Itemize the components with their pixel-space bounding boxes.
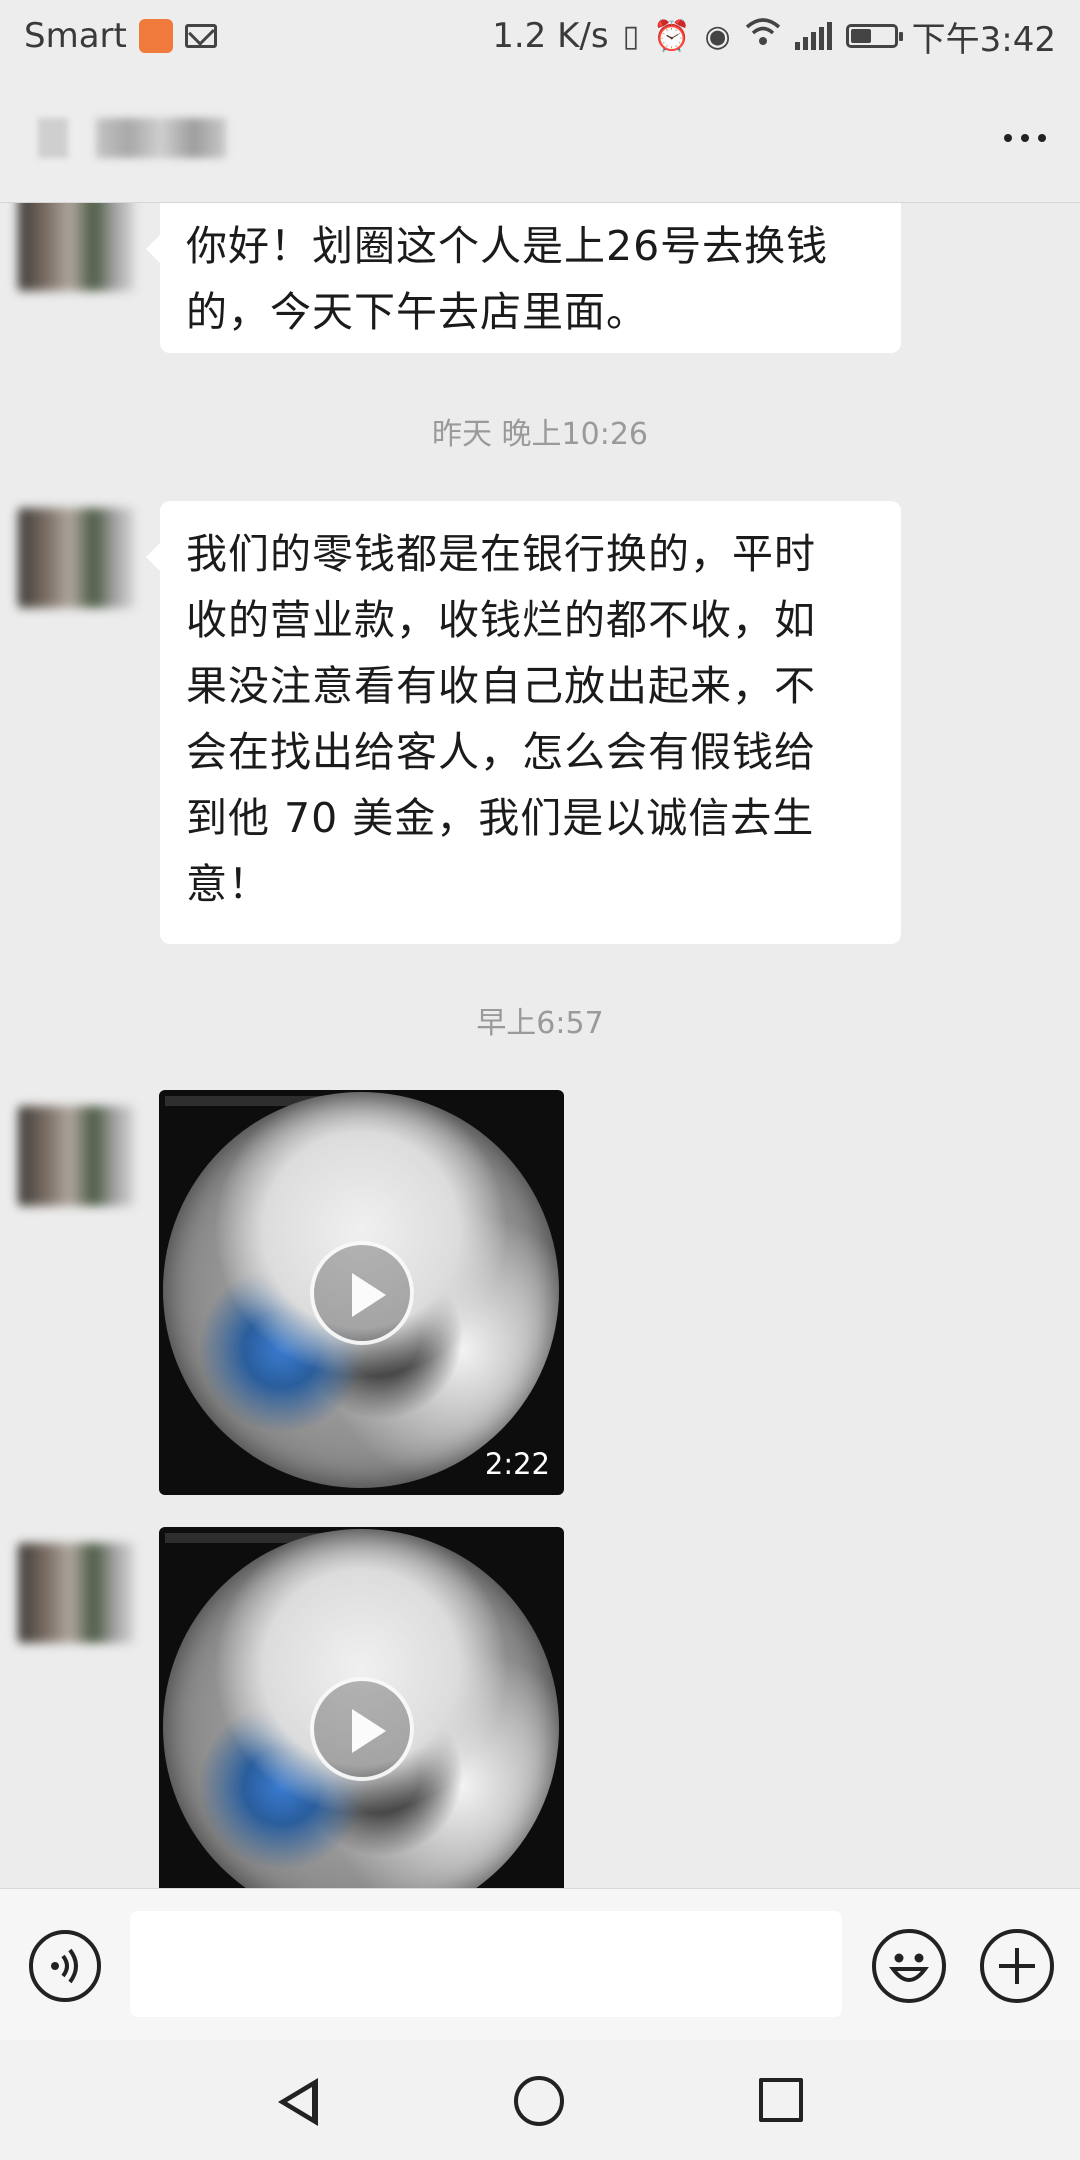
battery-icon: [845, 24, 903, 48]
chat-header: [0, 72, 1080, 203]
voice-icon[interactable]: [29, 1930, 101, 2002]
carrier-label: Smart: [24, 16, 127, 56]
home-icon[interactable]: [514, 2076, 564, 2126]
plus-icon[interactable]: [980, 1929, 1054, 2003]
message-bubble[interactable]: 我们的零钱都是在银行换的，平时 收的营业款，收钱烂的都不收，如 果没注意看有收自…: [146, 501, 901, 944]
emoji-icon[interactable]: [872, 1929, 946, 2003]
system-nav-bar: [0, 2040, 1080, 2160]
status-bar: Smart 1.2 K/s ▯ ⏰ ◉ 下午3:42: [0, 0, 1080, 72]
avatar[interactable]: [18, 203, 134, 291]
play-icon[interactable]: [309, 1677, 414, 1781]
video-duration: 2:22: [484, 1447, 550, 1481]
avatar[interactable]: [18, 508, 134, 608]
avatar[interactable]: [18, 1543, 134, 1643]
signal-icon: [794, 22, 832, 50]
message-line: 会在找出给客人，怎么会有假钱给: [186, 728, 816, 776]
avatar[interactable]: [18, 1106, 134, 1206]
input-bar: [0, 1888, 1080, 2041]
message-input[interactable]: [130, 1911, 842, 2017]
back-area[interactable]: [38, 118, 68, 158]
eye-icon: ◉: [704, 18, 731, 54]
message-line: 的，今天下午去店里面。: [186, 288, 648, 336]
alarm-icon: ⏰: [653, 18, 691, 54]
chat-title-redacted: [96, 118, 226, 158]
message-line: 你好！划圈这个人是上26号去换钱: [186, 222, 829, 270]
mail-icon: [184, 24, 217, 48]
message-list[interactable]: 你好！划圈这个人是上26号去换钱 的，今天下午去店里面。 昨天 晚上10:26 …: [0, 203, 1080, 1888]
vibrate-icon: ▯: [622, 18, 640, 54]
net-speed: 1.2 K/s: [492, 16, 609, 56]
message-line: 意！: [186, 860, 270, 908]
message-line: 到他 70 美金，我们是以诚信去生: [186, 794, 815, 842]
wifi-icon: [745, 16, 781, 56]
back-icon[interactable]: [278, 2078, 318, 2126]
message-line: 我们的零钱都是在银行换的，平时: [186, 530, 816, 578]
app-badge-icon: [138, 19, 173, 53]
recent-apps-icon[interactable]: [759, 2078, 803, 2122]
message-bubble[interactable]: 你好！划圈这个人是上26号去换钱 的，今天下午去店里面。: [146, 203, 901, 353]
message-line: 收的营业款，收钱烂的都不收，如: [186, 596, 816, 644]
video-message[interactable]: [159, 1527, 564, 1888]
play-icon[interactable]: [309, 1240, 414, 1345]
timestamp: 早上6:57: [476, 1006, 604, 1041]
more-dots-icon[interactable]: [1004, 134, 1046, 142]
video-message[interactable]: 2:22: [159, 1090, 564, 1495]
status-bar-right: 1.2 K/s ▯ ⏰ ◉ 下午3:42: [492, 0, 1056, 72]
message-line: 果没注意看有收自己放出起来，不: [186, 662, 816, 710]
clock: 下午3:42: [911, 19, 1056, 60]
timestamp: 昨天 晚上10:26: [432, 417, 648, 452]
status-bar-left: Smart: [24, 0, 217, 72]
